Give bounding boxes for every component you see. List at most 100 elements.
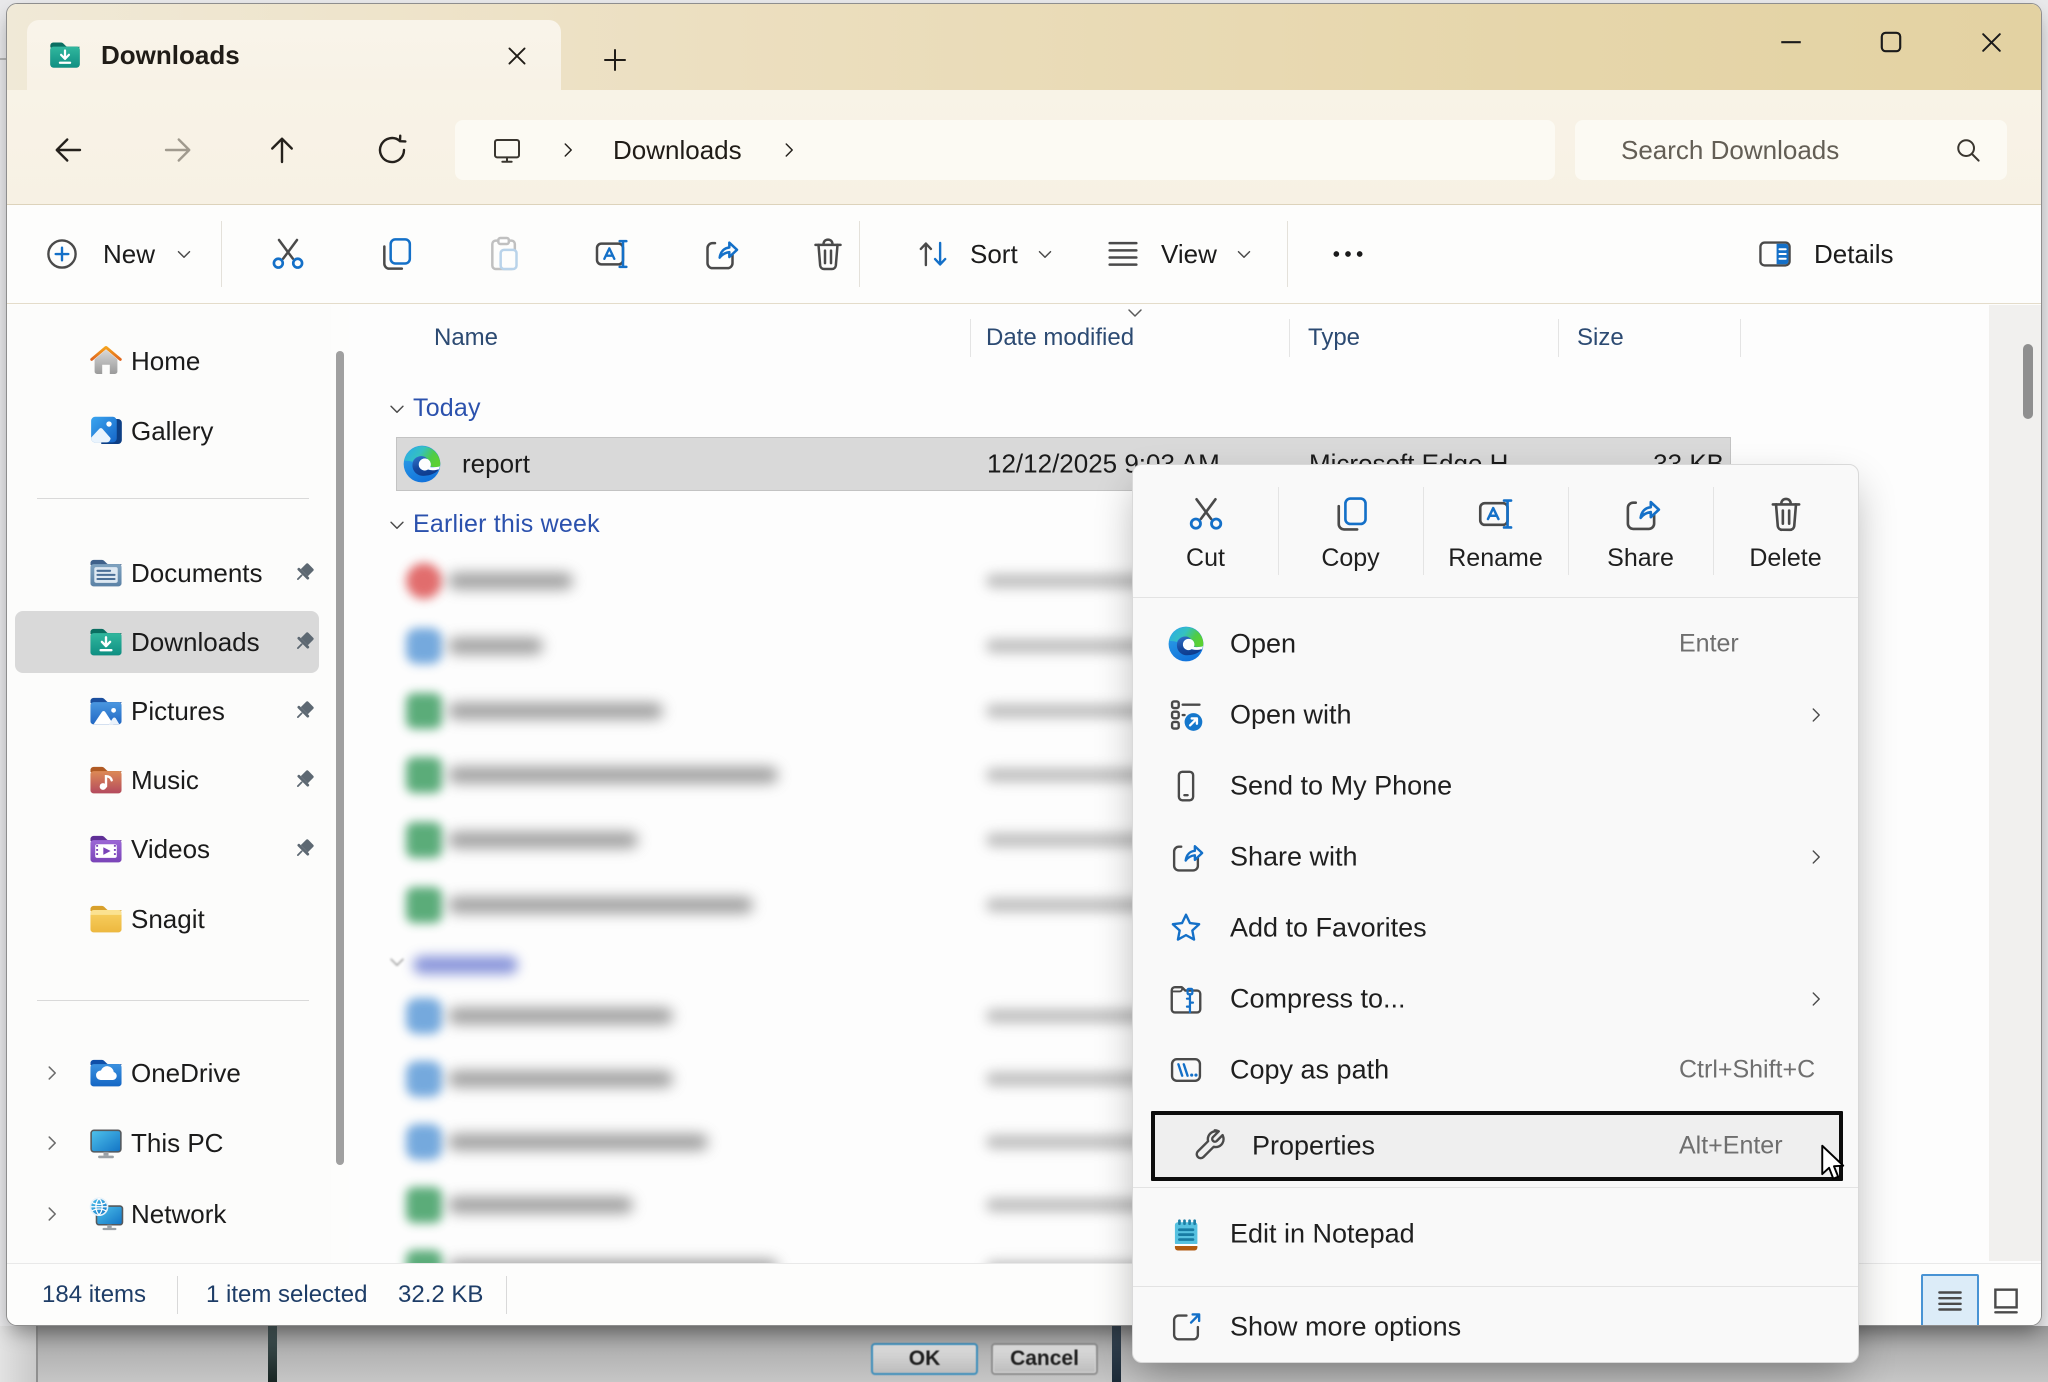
sidebar-item-music[interactable]: Music xyxy=(15,749,319,811)
back-button[interactable] xyxy=(36,118,100,182)
search-icon[interactable] xyxy=(1953,135,1983,165)
collapse-group-icon[interactable] xyxy=(386,398,408,420)
forward-button[interactable] xyxy=(146,118,210,182)
menu-item-edit-in-notepad[interactable]: Edit in Notepad xyxy=(1133,1198,1858,1269)
details-button[interactable]: Details xyxy=(1756,205,1893,303)
view-button[interactable]: View xyxy=(1103,205,1255,303)
blurred-file-name xyxy=(448,638,543,654)
menu-item-copy-as-path[interactable]: Copy as path Ctrl+Shift+C xyxy=(1133,1034,1858,1105)
tab-close-button[interactable] xyxy=(497,37,537,75)
network-icon xyxy=(87,1195,125,1233)
menu-item-show-more-options[interactable]: Show more options xyxy=(1133,1291,1858,1362)
notepad-icon xyxy=(1167,1215,1205,1253)
menu-item-open-with[interactable]: Open with xyxy=(1133,679,1858,750)
column-header-name[interactable]: Name xyxy=(434,315,498,361)
group-header-earlier-this-week[interactable]: Earlier this week xyxy=(413,510,600,539)
breadcrumb-chevron-icon[interactable] xyxy=(778,139,800,161)
scrollbar-thumb[interactable] xyxy=(2023,344,2033,419)
sidebar-item-downloads[interactable]: Downloads xyxy=(15,611,319,673)
blurred-file-icon xyxy=(406,1061,442,1097)
new-tab-button[interactable] xyxy=(595,41,635,79)
menu-item-share-with[interactable]: Share with xyxy=(1133,821,1858,892)
share-button[interactable] xyxy=(692,226,748,282)
more-options-button[interactable] xyxy=(1320,226,1376,282)
collapse-group-icon[interactable] xyxy=(386,514,408,536)
context-copy-button[interactable]: Copy xyxy=(1278,465,1423,597)
chevron-right-icon[interactable] xyxy=(41,1062,63,1084)
sort-button[interactable]: Sort xyxy=(914,205,1056,303)
ellipsis-icon xyxy=(1328,234,1368,274)
refresh-icon xyxy=(374,132,410,168)
sidebar-divider xyxy=(37,498,309,499)
sidebar-item-gallery[interactable]: Gallery xyxy=(15,400,319,462)
context-delete-button[interactable]: Delete xyxy=(1713,465,1858,597)
context-share-button[interactable]: Share xyxy=(1568,465,1713,597)
address-bar[interactable]: Downloads xyxy=(455,120,1555,180)
rename-button[interactable] xyxy=(584,226,640,282)
tab-downloads[interactable]: Downloads xyxy=(27,20,561,90)
pin-icon xyxy=(291,629,317,655)
menu-item-send-to-phone[interactable]: Send to My Phone xyxy=(1133,750,1858,821)
sidebar-item-home[interactable]: Home xyxy=(15,330,319,392)
chevron-down-icon xyxy=(1034,243,1056,265)
sidebar-item-documents[interactable]: Documents xyxy=(15,542,319,604)
menu-item-add-to-favorites[interactable]: Add to Favorites xyxy=(1133,892,1858,963)
toolbar-separator xyxy=(859,221,860,287)
menu-item-open[interactable]: Open Enter xyxy=(1133,608,1858,679)
sidebar-scrollbar[interactable] xyxy=(336,351,344,1165)
music-folder-icon xyxy=(87,761,125,799)
maximize-button[interactable] xyxy=(1841,13,1941,71)
details-button-label: Details xyxy=(1814,239,1893,270)
sidebar-item-this-pc[interactable]: This PC xyxy=(15,1112,319,1174)
menu-item-properties[interactable]: Properties Alt+Enter xyxy=(1151,1111,1843,1181)
blurred-file-name xyxy=(448,832,638,848)
toolbar-separator xyxy=(221,221,222,287)
collapse-group-icon[interactable] xyxy=(386,951,408,973)
sidebar-item-videos[interactable]: Videos xyxy=(15,818,319,880)
show-more-options-icon xyxy=(1167,1308,1205,1346)
cancel-button[interactable]: Cancel xyxy=(991,1343,1098,1375)
copy-as-path-icon xyxy=(1167,1051,1205,1089)
column-header-date[interactable]: Date modified xyxy=(986,315,1134,361)
delete-button[interactable] xyxy=(800,226,856,282)
column-header-type[interactable]: Type xyxy=(1308,315,1360,361)
sidebar-item-label: Network xyxy=(131,1199,226,1230)
scrollbar-track[interactable] xyxy=(1989,305,2042,1261)
sidebar-item-snagit[interactable]: Snagit xyxy=(15,888,319,950)
this-pc-monitor-icon xyxy=(87,1124,125,1162)
chevron-right-icon[interactable] xyxy=(41,1203,63,1225)
up-button[interactable] xyxy=(250,118,314,182)
refresh-button[interactable] xyxy=(360,118,424,182)
column-separator[interactable] xyxy=(1558,319,1559,357)
context-rename-button[interactable]: Rename xyxy=(1423,465,1568,597)
menu-item-compress-to[interactable]: Compress to... xyxy=(1133,963,1858,1034)
breadcrumb-location[interactable]: Downloads xyxy=(613,135,742,166)
minimize-button[interactable] xyxy=(1741,13,1841,71)
context-cut-button[interactable]: Cut xyxy=(1133,465,1278,597)
sidebar-item-pictures[interactable]: Pictures xyxy=(15,680,319,742)
column-separator[interactable] xyxy=(1740,319,1741,357)
sidebar-item-onedrive[interactable]: OneDrive xyxy=(15,1042,319,1104)
group-header-today[interactable]: Today xyxy=(413,394,481,423)
close-button[interactable] xyxy=(1941,13,2041,71)
column-header-size[interactable]: Size xyxy=(1577,315,1624,361)
column-separator[interactable] xyxy=(970,319,971,357)
cut-button[interactable] xyxy=(260,226,316,282)
quick-action-label: Share xyxy=(1607,544,1674,573)
search-input[interactable]: Search Downloads xyxy=(1575,120,2007,180)
content-view-toggle[interactable] xyxy=(1989,1286,2023,1316)
details-view-toggle[interactable] xyxy=(1921,1274,1979,1326)
cut-icon xyxy=(1185,493,1227,535)
column-separator[interactable] xyxy=(1289,319,1290,357)
new-button[interactable]: New xyxy=(43,205,195,303)
close-icon xyxy=(504,43,530,69)
snagit-folder-icon xyxy=(87,900,125,938)
paste-button[interactable] xyxy=(476,226,532,282)
blurred-file-icon xyxy=(406,757,442,793)
copy-button[interactable] xyxy=(368,226,424,282)
sidebar-item-network[interactable]: Network xyxy=(15,1183,319,1245)
this-pc-icon xyxy=(491,134,523,166)
chevron-right-icon[interactable] xyxy=(41,1132,63,1154)
group-header-last-week[interactable] xyxy=(413,956,518,974)
ok-button[interactable]: OK xyxy=(871,1343,978,1375)
